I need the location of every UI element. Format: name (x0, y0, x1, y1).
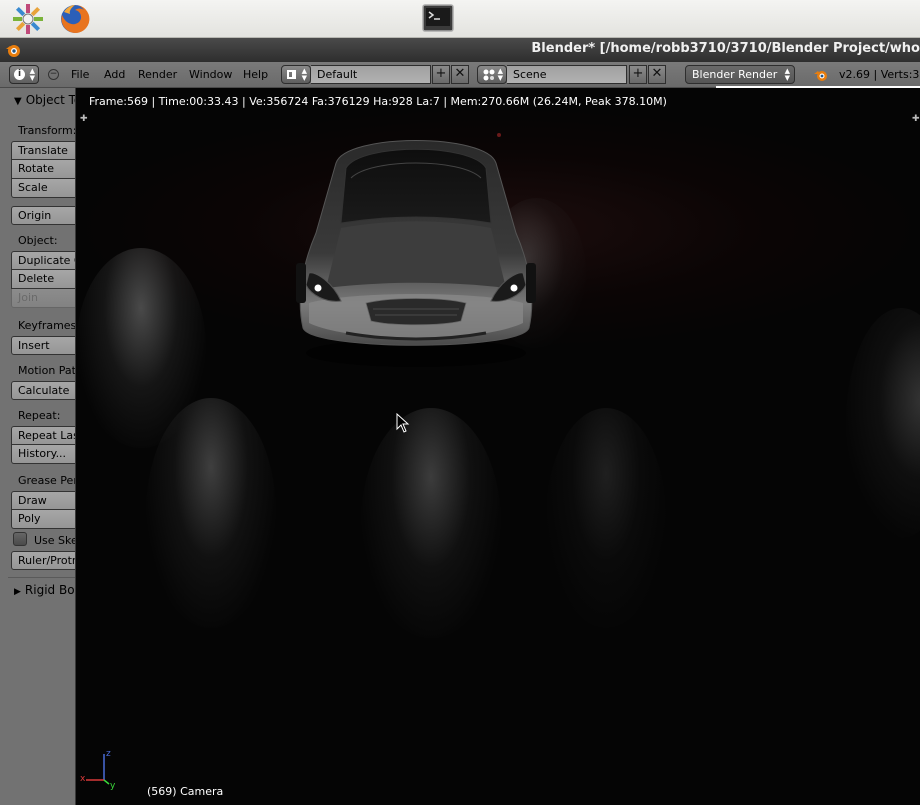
screen-layout-name[interactable]: Default (311, 65, 431, 84)
tool-shelf[interactable]: ▼Object Tools Transform: Translate Rotat… (0, 88, 76, 805)
object-tools-panel-header[interactable]: ▼Object Tools (14, 93, 75, 107)
axis-gizmo: z x y (80, 749, 116, 791)
axis-y-label: y (110, 781, 116, 791)
translate-button[interactable]: Translate (11, 141, 75, 160)
object-label: Object: (18, 234, 58, 247)
motion-paths-label: Motion Paths: (18, 364, 76, 377)
window-titlebar[interactable]: Blender* [/home/robb3710/3710/Blender Pr… (0, 38, 920, 62)
render-engine-selector[interactable]: Blender Render ▲ ▼ (685, 65, 795, 84)
add-layout-button[interactable]: + (432, 65, 450, 84)
blender-logo-icon (6, 45, 20, 57)
delete-scene-button[interactable]: ✕ (648, 65, 666, 84)
screen-layout-selector[interactable]: ▲ ▼ (281, 65, 311, 84)
insert-keyframe-button[interactable]: Insert (11, 336, 75, 355)
os-taskbar (0, 0, 920, 38)
keyframes-label: Keyframes: (18, 319, 76, 332)
grease-pencil-label: Grease Pencil: (18, 474, 75, 487)
calculate-button[interactable]: Calculate (11, 381, 75, 400)
scene-selector[interactable]: ▲ ▼ (477, 65, 507, 84)
up-down-arrows-icon: ▲ ▼ (301, 67, 307, 82)
repeat-label: Repeat: (18, 409, 61, 422)
layout-grid-icon (287, 70, 296, 79)
triangle-down-icon: ▼ (14, 96, 22, 107)
light-pool (146, 398, 276, 628)
applications-menu-icon[interactable] (12, 3, 44, 35)
menu-add[interactable]: Add (104, 68, 125, 81)
up-down-arrows-icon: ▲ ▼ (29, 67, 35, 82)
axis-x-label: x (80, 774, 86, 784)
3d-viewport[interactable]: Frame:569 | Time:00:33.43 | Ve:356724 Fa… (76, 88, 920, 805)
add-scene-button[interactable]: + (629, 65, 647, 84)
frame-camera-label: (569) Camera (147, 785, 224, 798)
region-corner-plus-icon[interactable]: ✚ (912, 114, 920, 124)
menu-window[interactable]: Window (189, 68, 232, 81)
triangle-right-icon: ▶ (14, 587, 21, 597)
rotate-button[interactable]: Rotate (11, 160, 75, 179)
render-info-overlay: Frame:569 | Time:00:33.43 | Ve:356724 Fa… (89, 95, 667, 108)
up-down-arrows-icon: ▲ ▼ (784, 67, 790, 82)
light-pool (546, 408, 666, 628)
editor-type-button[interactable]: i ▲ ▼ (9, 65, 39, 84)
light-pool (361, 408, 501, 638)
axis-z-label: z (106, 749, 111, 759)
delete-layout-button[interactable]: ✕ (451, 65, 469, 84)
terminal-icon[interactable] (422, 4, 454, 32)
car-render (296, 133, 536, 367)
region-corner-plus-icon[interactable]: ✚ (80, 114, 88, 124)
draw-button[interactable]: Draw (11, 491, 75, 510)
scale-button[interactable]: Scale (11, 179, 75, 198)
collapse-menus-icon[interactable]: − (48, 69, 59, 80)
blender-version-icon (814, 71, 827, 81)
menu-help[interactable]: Help (243, 68, 268, 81)
light-pool (846, 308, 920, 538)
info-icon: i (14, 69, 25, 80)
history-button[interactable]: History... (11, 445, 75, 464)
transform-label: Transform: (18, 124, 76, 137)
menu-render[interactable]: Render (138, 68, 177, 81)
origin-button[interactable]: Origin (11, 206, 75, 225)
scene-name[interactable]: Scene (507, 65, 627, 84)
firefox-icon[interactable] (59, 3, 91, 35)
join-button[interactable]: Join (11, 289, 75, 308)
rigid-body-panel-header[interactable]: ▶Rigid Body Tools (14, 583, 75, 597)
scene-icon (483, 69, 495, 81)
mouse-cursor-icon (396, 413, 410, 433)
poly-button[interactable]: Poly (11, 510, 75, 529)
duplicate-objects-button[interactable]: Duplicate Objects (11, 251, 75, 270)
repeat-last-button[interactable]: Repeat Last (11, 426, 75, 445)
ruler-protractor-button[interactable]: Ruler/Protractor (11, 551, 75, 570)
render-engine-label: Blender Render (692, 68, 778, 81)
info-header: i ▲ ▼ − File Add Render Window Help ▲ ▼ De… (0, 62, 920, 88)
up-down-arrows-icon: ▲ ▼ (497, 67, 503, 82)
use-sketching-checkbox[interactable] (13, 532, 27, 546)
delete-button[interactable]: Delete (11, 270, 75, 289)
menu-file[interactable]: File (71, 68, 89, 81)
panel-divider (8, 577, 75, 578)
use-sketching-label: Use Sketching Sessions (34, 534, 75, 547)
scene-stats: v2.69 | Verts:35 (839, 68, 920, 81)
window-title: Blender* [/home/robb3710/3710/Blender Pr… (531, 41, 920, 56)
